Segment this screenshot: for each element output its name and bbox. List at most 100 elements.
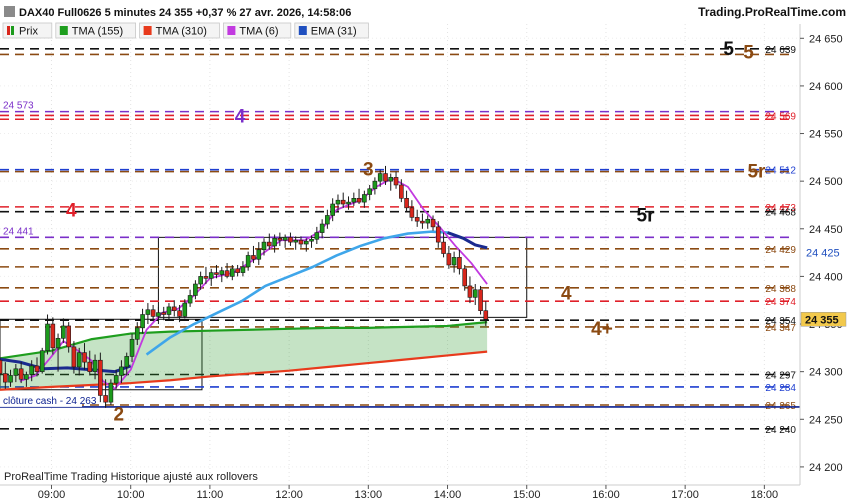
candle-swatch-icon: [11, 26, 14, 35]
brand-label: Trading.ProRealTime.com: [698, 5, 846, 19]
candle-body: [472, 289, 478, 298]
legend-item[interactable]: TMA (310): [139, 22, 220, 39]
price-axis: 24 20024 25024 30024 35024 40024 45024 5…: [799, 24, 850, 485]
level-label: 24 240: [765, 425, 796, 436]
candle-body: [288, 237, 293, 243]
candle-body: [92, 359, 98, 372]
candle-body: [346, 201, 351, 205]
candle-body: [314, 232, 320, 240]
legend-label: Prix: [19, 26, 38, 38]
wave-label: 5r: [747, 162, 766, 183]
chart-root: 24 639 24 573 24 569 24 512 24 473 24 468 24 4…: [0, 0, 850, 500]
candle-body: [330, 203, 335, 216]
x-tick-label: 09:00: [38, 489, 66, 500]
legend-label: EMA (31): [311, 26, 357, 38]
level-label: 24 441: [3, 226, 34, 237]
candle-body: [272, 238, 277, 247]
candle-body: [298, 239, 304, 245]
wave-label: 5r: [637, 205, 656, 226]
price-chart[interactable]: 24 63924 57324 56924 51224 47324 46824 4…: [0, 0, 850, 500]
x-tick-label: 10:00: [117, 489, 145, 500]
symbol-icon: [4, 6, 15, 17]
candle-body: [425, 218, 431, 224]
level-label: 24 284: [765, 383, 796, 394]
candle-body: [166, 306, 172, 315]
candle-body: [66, 325, 71, 348]
legend-label: TMA (6): [239, 26, 278, 38]
x-tick-label: 12:00: [275, 489, 303, 500]
legend-item[interactable]: Prix: [2, 22, 53, 39]
chart-title: DAX40 Full0626 5 minutes 24 355 +0,37 % …: [19, 7, 351, 19]
candle-body: [230, 268, 235, 277]
candle-body: [156, 312, 161, 317]
candle-body: [414, 217, 420, 222]
candle-body: [140, 314, 145, 329]
candle-body: [430, 218, 436, 228]
wave-label: 5: [743, 43, 754, 64]
candle-body: [388, 177, 394, 182]
level-label: clôture cash - 24 263: [3, 396, 97, 407]
level-label: 24 347: [765, 323, 796, 334]
candle-body: [187, 295, 193, 304]
candle-body: [203, 276, 209, 279]
candle-body: [282, 237, 288, 241]
candle-body: [420, 220, 425, 224]
candle-body: [319, 223, 325, 233]
candle-body: [224, 270, 230, 277]
wave-label: 2: [114, 405, 125, 426]
candle-body: [76, 352, 82, 368]
legend-label: TMA (310): [156, 26, 207, 38]
candle-body: [467, 285, 473, 298]
candle-body: [372, 180, 378, 190]
candle-body: [39, 350, 45, 372]
candle-body: [45, 323, 50, 352]
candle-body: [441, 241, 446, 254]
candle-body: [177, 310, 182, 317]
y-tick-label: 24 450: [809, 224, 843, 236]
ema-price-tag: 24 425: [806, 248, 840, 260]
candle-body: [377, 173, 383, 182]
candle-body: [55, 338, 61, 349]
y-tick-label: 24 300: [809, 367, 843, 379]
candle-swatch-icon: [7, 26, 10, 35]
candle-body: [24, 374, 29, 380]
candle-body: [393, 177, 399, 186]
level-label: 24 573: [3, 101, 34, 112]
candle-body: [124, 356, 130, 368]
candle-body: [267, 241, 272, 247]
legend-item[interactable]: TMA (6): [222, 22, 292, 39]
candle-body: [82, 352, 87, 363]
level-label: 24 297: [765, 371, 796, 382]
candle-body: [98, 359, 103, 396]
candle-body: [256, 249, 262, 260]
candle-body: [103, 395, 108, 403]
candle-body: [446, 253, 452, 266]
candle-body: [150, 309, 156, 317]
candle-body: [235, 268, 240, 273]
candle-body: [193, 283, 198, 296]
level-label: 24 468: [765, 208, 796, 219]
level-label: 24 569: [765, 111, 796, 122]
candle-body: [251, 255, 256, 260]
line-swatch-icon: [143, 26, 152, 35]
line-swatch-icon: [227, 26, 236, 35]
candle-body: [351, 198, 357, 203]
chart-background: [0, 0, 850, 500]
candle-body: [261, 241, 267, 251]
y-tick-label: 24 250: [809, 414, 843, 426]
candle-body: [362, 194, 367, 203]
wave-label: 4: [66, 201, 77, 222]
indicator-legend[interactable]: Prix TMA (155) TMA (310) TMA (6) EMA (31): [2, 22, 369, 39]
candle-body: [3, 373, 8, 383]
candle-body: [145, 309, 151, 315]
last-price-tag: 24 355: [805, 314, 839, 326]
x-tick-label: 15:00: [513, 489, 541, 500]
candle-body: [404, 198, 409, 209]
candle-body: [208, 272, 214, 279]
legend-item[interactable]: EMA (31): [294, 22, 369, 39]
legend-item[interactable]: TMA (155): [55, 22, 137, 39]
candle-body: [356, 198, 362, 203]
candle-body: [457, 257, 462, 270]
candle-body: [161, 312, 167, 315]
candle-body: [29, 365, 34, 375]
